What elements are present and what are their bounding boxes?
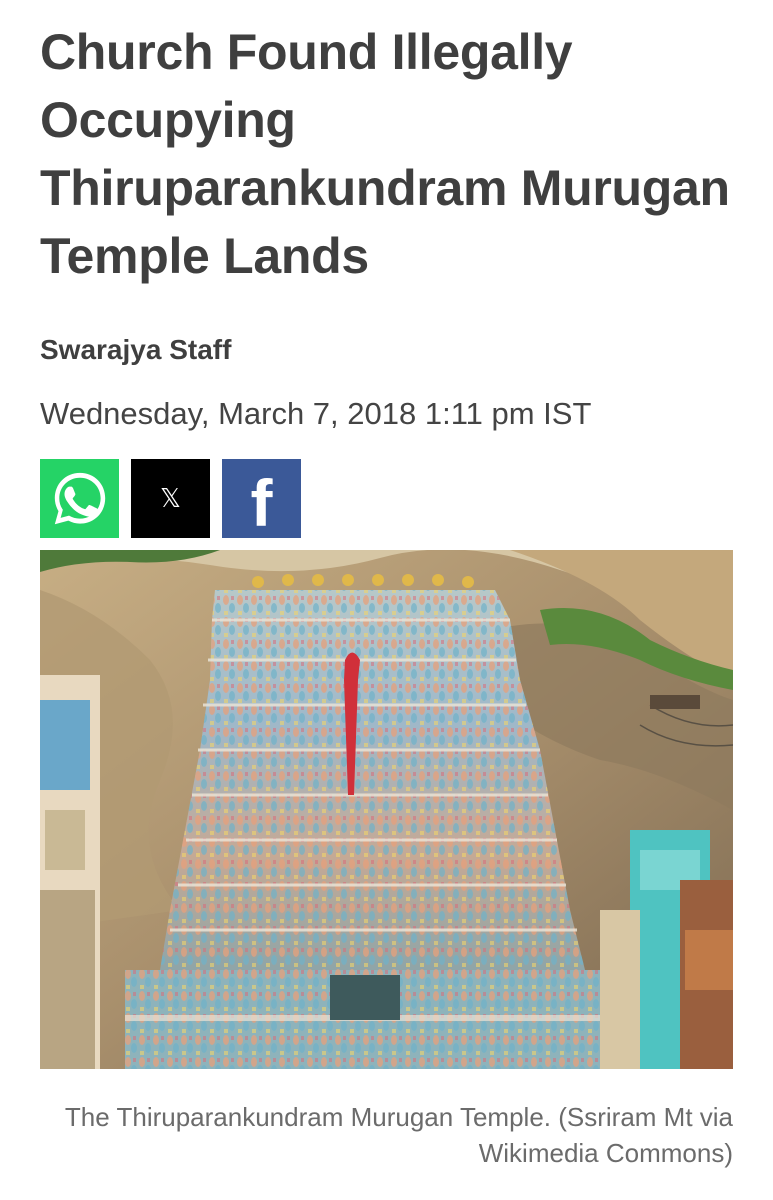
share-bar: 𝕏 f xyxy=(40,459,301,538)
share-x-button[interactable]: 𝕏 xyxy=(131,459,210,538)
x-icon: 𝕏 xyxy=(160,483,181,514)
article-author[interactable]: Swarajya Staff xyxy=(40,332,231,368)
temple-photo xyxy=(40,550,733,1069)
share-whatsapp-button[interactable] xyxy=(40,459,119,538)
article-dateline: Wednesday, March 7, 2018 1:11 pm IST xyxy=(40,396,592,431)
whatsapp-icon xyxy=(54,472,105,524)
facebook-icon: f xyxy=(250,465,273,540)
article-hero-image xyxy=(40,550,733,1069)
share-facebook-button[interactable]: f xyxy=(222,459,301,538)
article-headline: Church Found Illegally Occupying Thirupa… xyxy=(40,24,730,284)
image-caption: The Thiruparankundram Murugan Temple. (S… xyxy=(64,1102,733,1168)
